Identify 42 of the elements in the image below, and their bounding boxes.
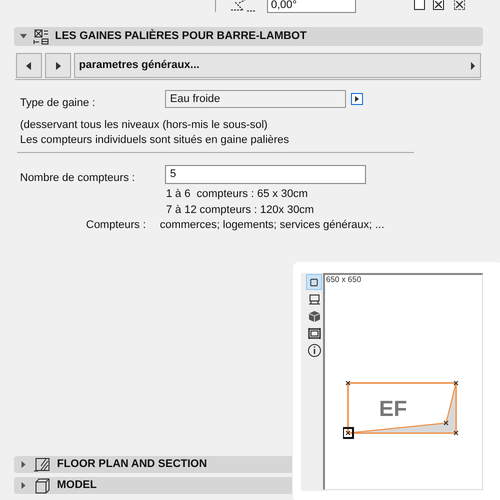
view-tool-button[interactable] — [306, 308, 322, 324]
frame-icon — [306, 326, 322, 340]
angle-field[interactable]: 0,00° — [267, 0, 356, 13]
count-field[interactable]: 5 — [165, 165, 366, 184]
angle-icon — [229, 0, 257, 12]
expand-caret-icon — [20, 461, 27, 468]
cube-icon — [33, 478, 51, 494]
left-triangle-icon — [25, 60, 33, 70]
value-field[interactable]: Eau froide — [165, 90, 346, 108]
shaft-label: EF — [379, 397, 408, 421]
previous-page-button[interactable] — [16, 53, 42, 78]
field-label: Compteurs : — [86, 218, 146, 233]
section-header[interactable]: FLOOR PLAN AND SECTION — [14, 456, 292, 473]
field-label: Type de gaine : — [20, 96, 96, 111]
collapse-caret-icon — [20, 33, 27, 40]
parameters-icon — [33, 28, 49, 44]
note-text: (desservant tous les niveaux (hors-mis le sous-sol) — [20, 119, 269, 132]
checkbox[interactable] — [433, 0, 444, 10]
dropdown-arrow-icon — [471, 62, 476, 70]
checkbox[interactable] — [414, 0, 425, 10]
info-icon — [306, 342, 322, 358]
hint-text: 7 à 12 compteurs : 120x 30cm — [166, 202, 315, 218]
elevation-icon — [306, 292, 322, 306]
size-label: 650 x 650 — [326, 275, 362, 285]
section-header[interactable]: MODEL — [14, 477, 292, 494]
checkbox[interactable] — [454, 0, 465, 10]
hint-text: 1 à 6 compteurs : 65 x 30cm — [166, 187, 309, 202]
option-button[interactable] — [351, 93, 363, 105]
view-tool-button[interactable] — [306, 342, 322, 358]
selected-node-icon — [343, 427, 354, 439]
page-dropdown[interactable]: parametres généraux... — [74, 53, 481, 78]
right-triangle-icon — [54, 60, 62, 70]
next-page-button[interactable] — [45, 53, 71, 78]
right-triangle-icon — [355, 96, 359, 102]
field-label: Nombre de compteurs : — [20, 171, 135, 186]
view-tool-button[interactable] — [306, 325, 322, 341]
cube-icon — [306, 308, 322, 324]
note-text: Les compteurs individuels sont situés en gaine palières — [20, 134, 290, 147]
floor-plan-icon — [33, 456, 51, 472]
compteurs-text: commerces; logements; services généraux; ... — [160, 218, 384, 233]
expand-caret-icon — [20, 482, 27, 489]
section-header[interactable]: LES GAINES PALIÈRES POUR BARRE-LAMBOT — [14, 27, 483, 46]
